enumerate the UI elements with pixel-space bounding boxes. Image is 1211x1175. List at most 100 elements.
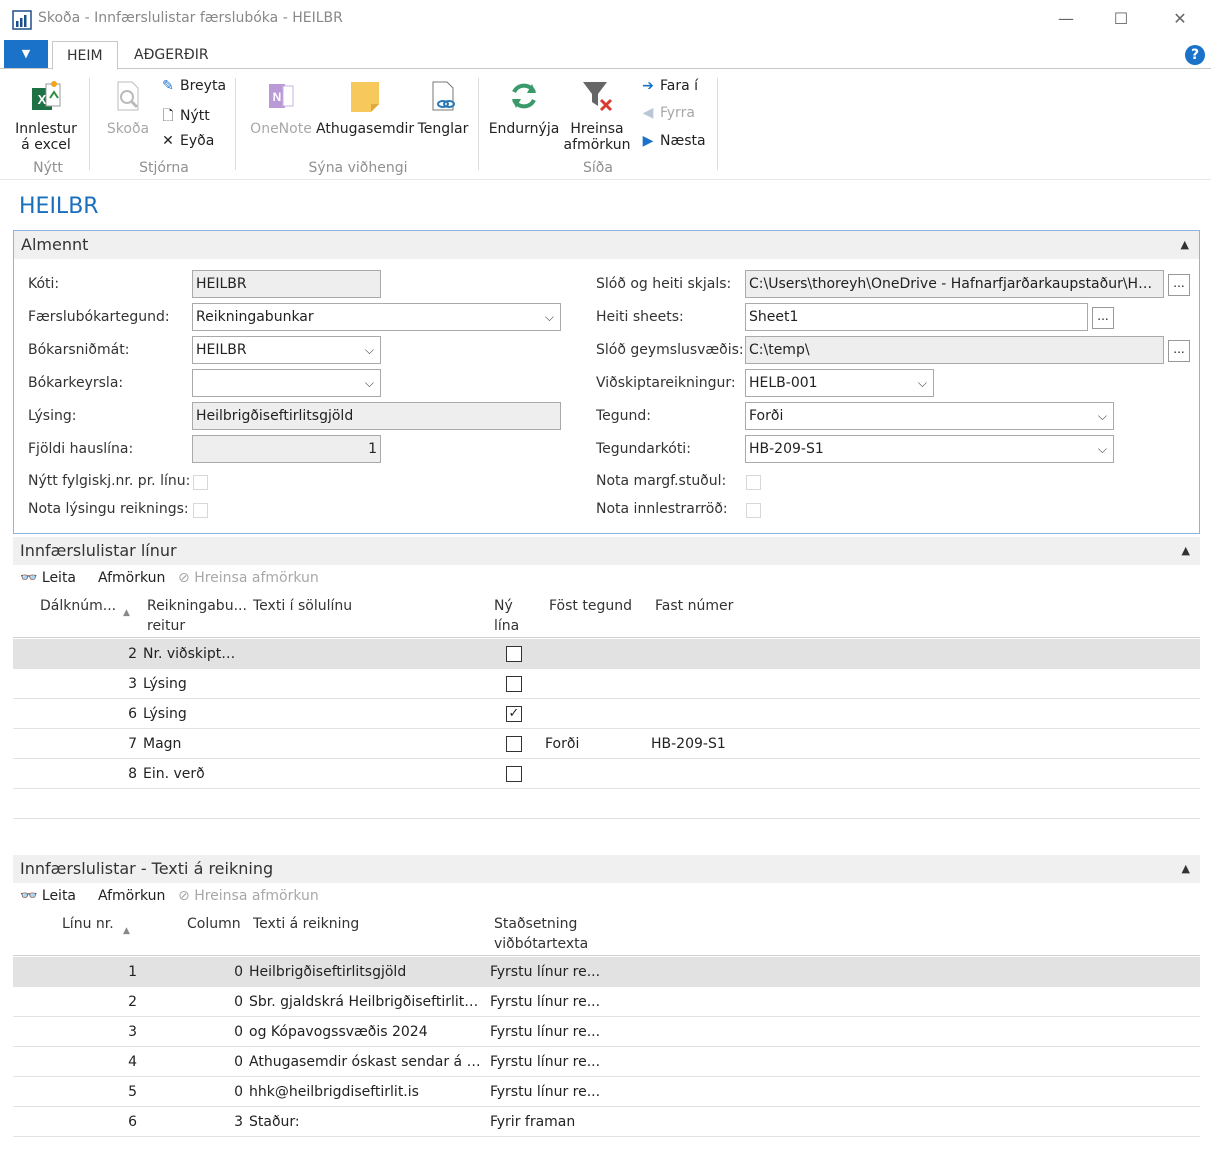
table-row[interactable]: 3 Lýsing xyxy=(13,669,1200,699)
texts-hreinsa-button[interactable]: ⊘ Hreinsa afmörkun xyxy=(178,888,319,904)
table-row[interactable]: 1 0 Heilbrigðiseftirlitsgjöld Fyrstu lín… xyxy=(13,957,1200,987)
heiti-sheets-field[interactable]: Sheet1 xyxy=(745,303,1088,331)
slod-geymslu-label: Slóð geymslusvæðis: xyxy=(596,342,744,358)
koti-label: Kóti: xyxy=(28,276,60,292)
maximize-button[interactable]: ☐ xyxy=(1098,4,1144,34)
nota-innlestr-checkbox[interactable] xyxy=(746,503,761,518)
heiti-sheets-lookup-button[interactable]: ... xyxy=(1092,307,1114,329)
new-line-checkbox[interactable]: ✓ xyxy=(506,706,522,722)
tegund-select[interactable]: Forði ⌵ xyxy=(745,402,1114,430)
tab-heim[interactable]: HEIM xyxy=(52,41,118,70)
collapse-icon[interactable]: ▲ xyxy=(1182,537,1190,565)
section-header-general[interactable]: Almennt ▲ xyxy=(14,231,1199,259)
athugasemdir-button[interactable]: Athugasemdir xyxy=(316,78,414,137)
tab-adgerdir[interactable]: AÐGERÐIR xyxy=(120,41,223,70)
bokarsnidmat-select[interactable]: HEILBR ⌵ xyxy=(192,336,381,364)
col-stadsetning[interactable]: Staðsetning viðbótartexta xyxy=(494,914,588,954)
onenote-button[interactable]: N OneNote xyxy=(248,78,314,137)
section-header-texts[interactable]: Innfærslulistar - Texti á reikning ▲ xyxy=(13,855,1200,883)
bokarkeyrsla-select[interactable]: ⌵ xyxy=(192,369,381,397)
lines-leita-button[interactable]: 👓 Leita xyxy=(20,570,76,586)
close-button[interactable]: ✕ xyxy=(1157,4,1203,34)
tegund-label: Tegund: xyxy=(596,408,652,424)
tenglar-button[interactable]: Tenglar xyxy=(416,78,470,137)
nytt-fylgiskj-checkbox[interactable] xyxy=(193,475,208,490)
row-num: 6 xyxy=(128,706,137,722)
table-row[interactable]: 4 0 Athugasemdir óskast sendar á net... … xyxy=(13,1047,1200,1077)
row-num: 3 xyxy=(128,676,137,692)
skoda-label: Skoða xyxy=(106,121,150,137)
table-row[interactable]: 8 Ein. verð xyxy=(13,759,1200,789)
table-row[interactable]: 6 Lýsing ✓ xyxy=(13,699,1200,729)
minimize-button[interactable]: — xyxy=(1043,4,1089,34)
row-line: 5 xyxy=(128,1084,137,1100)
row-fixed-no: HB-209-S1 xyxy=(651,736,726,752)
slod-geymslu-field[interactable]: C:\temp\ xyxy=(745,336,1164,364)
col-reikningabu[interactable]: Reikningabu... reitur xyxy=(147,596,247,636)
col-dalknum[interactable]: Dálknúm... xyxy=(40,596,116,616)
fara-i-button[interactable]: ➔ Fara í xyxy=(640,78,698,94)
onenote-icon: N xyxy=(269,84,294,108)
section-header-lines[interactable]: Innfærslulistar línur ▲ xyxy=(13,537,1200,565)
lines-hreinsa-button[interactable]: ⊘ Hreinsa afmörkun xyxy=(178,570,319,586)
collapse-icon[interactable]: ▲ xyxy=(1182,855,1190,883)
table-row[interactable]: 2 Nr. viðskipta... xyxy=(13,639,1200,669)
import-excel-button[interactable]: X Innlestur á excel xyxy=(12,78,80,153)
table-row[interactable]: 2 0 Sbr. gjaldskrá Heilbrigðiseftirlits … xyxy=(13,987,1200,1017)
collapse-icon[interactable]: ▲ xyxy=(1181,231,1189,259)
col-ny-lina[interactable]: Ný lína xyxy=(494,596,519,636)
new-line-checkbox[interactable] xyxy=(506,646,522,662)
new-line-checkbox[interactable] xyxy=(506,676,522,692)
faerslubokartegund-label: Færslubókartegund: xyxy=(28,309,170,325)
new-line-checkbox[interactable] xyxy=(506,736,522,752)
texts-leita-button[interactable]: 👓 Leita xyxy=(20,888,76,904)
tegundarkoti-label: Tegundarkóti: xyxy=(596,441,691,457)
new-line-checkbox[interactable] xyxy=(506,766,522,782)
row-line: 1 xyxy=(128,964,137,980)
nota-margf-checkbox[interactable] xyxy=(746,475,761,490)
col-column[interactable]: Column xyxy=(187,914,241,934)
eyda-button[interactable]: ✕ Eyða xyxy=(160,133,214,149)
fjoldi-hauslina-field[interactable]: 1 xyxy=(192,435,381,463)
vidskiptareikningur-select[interactable]: HELB-001 ⌵ xyxy=(745,369,934,397)
nota-lysingu-checkbox[interactable] xyxy=(193,503,208,518)
tegundarkoti-select[interactable]: HB-209-S1 ⌵ xyxy=(745,435,1114,463)
app-menu-button[interactable]: ▼ xyxy=(4,40,48,68)
table-row[interactable]: 7 Magn Forði HB-209-S1 xyxy=(13,729,1200,759)
lysing-field[interactable]: Heilbrigðiseftirlitsgjöld xyxy=(192,402,561,430)
nytt-button[interactable]: 🗋 Nýtt xyxy=(160,105,209,129)
breyta-button[interactable]: ✎ Breyta xyxy=(160,78,226,94)
fjoldi-hauslina-label: Fjöldi hauslína: xyxy=(28,441,134,457)
breyta-label: Breyta xyxy=(180,78,227,94)
col-fast-numer[interactable]: Fast númer xyxy=(655,596,733,616)
hreinsa-afmorkun-button[interactable]: Hreinsa afmörkun xyxy=(562,78,632,153)
endurnyja-button[interactable]: Endurnýja xyxy=(488,78,560,137)
tegund-value: Forði xyxy=(749,408,784,424)
page-title: HEILBR xyxy=(19,194,99,219)
hreinsa-label: Hreinsa afmörkun xyxy=(194,570,319,586)
col-texti-solulinu[interactable]: Texti í sölulínu xyxy=(253,596,352,616)
onenote-label: OneNote xyxy=(250,121,312,137)
naesta-button[interactable]: ▶ Næsta xyxy=(640,133,706,149)
slod-geymslu-lookup-button[interactable]: ... xyxy=(1168,340,1190,362)
fyrra-button[interactable]: ◀ Fyrra xyxy=(640,105,695,121)
faerslubokartegund-select[interactable]: Reikningabunkar ⌵ xyxy=(192,303,561,331)
skoda-button[interactable]: Skoða xyxy=(100,78,156,137)
tegundarkoti-value: HB-209-S1 xyxy=(749,441,824,457)
table-row[interactable]: 6 3 Staður: Fyrir framan xyxy=(13,1107,1200,1137)
athugasemdir-label: Athugasemdir xyxy=(316,121,415,137)
koti-field[interactable]: HEILBR xyxy=(192,270,381,298)
table-row[interactable]: 5 0 hhk@heilbrigdiseftirlit.is Fyrstu lí… xyxy=(13,1077,1200,1107)
col-linu-nr[interactable]: Línu nr. xyxy=(62,914,114,934)
col-fost-tegund[interactable]: Föst tegund xyxy=(549,596,632,616)
slod-heiti-field[interactable]: C:\Users\thoreyh\OneDrive - Hafnarfjarða… xyxy=(745,270,1164,298)
col-texti-reikning[interactable]: Texti á reikning xyxy=(253,914,359,934)
texts-afmorkun-button[interactable]: Afmörkun xyxy=(98,888,165,904)
lines-afmorkun-button[interactable]: Afmörkun xyxy=(98,570,165,586)
endurnyja-label: Endurnýja xyxy=(488,121,560,137)
excel-import-icon: X xyxy=(32,81,61,110)
slod-heiti-lookup-button[interactable]: ... xyxy=(1168,274,1190,296)
table-row[interactable]: 3 0 og Kópavogssvæðis 2024 Fyrstu línur … xyxy=(13,1017,1200,1047)
leita-label: Leita xyxy=(41,888,77,904)
help-icon[interactable]: ? xyxy=(1185,45,1205,65)
